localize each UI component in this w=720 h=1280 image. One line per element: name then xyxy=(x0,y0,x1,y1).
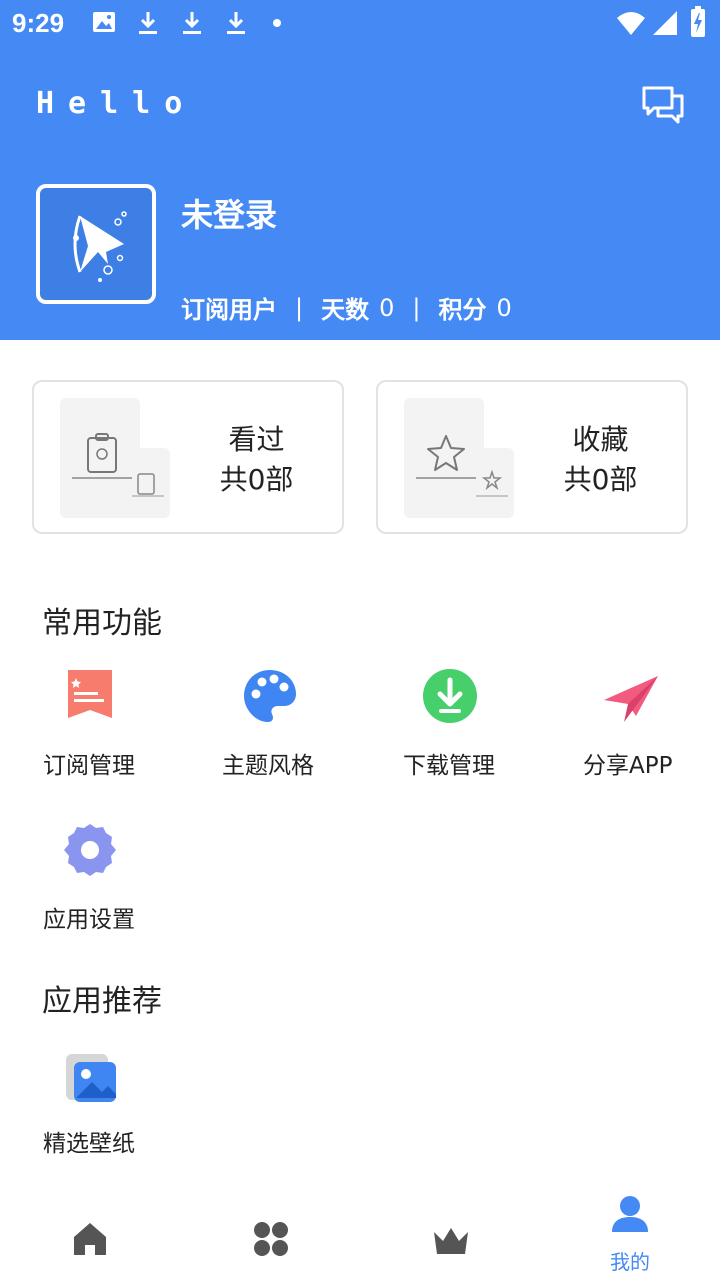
days-value: 0 xyxy=(379,293,395,322)
chat-icon xyxy=(642,86,684,124)
recommended-apps-title: 应用推荐 xyxy=(42,984,162,1019)
person-icon xyxy=(612,1196,648,1232)
image-icon xyxy=(93,12,115,32)
subscription-icon xyxy=(68,670,112,718)
favorites-card-text: 收藏 共0部 xyxy=(528,420,673,500)
favorites-count: 共0部 xyxy=(563,463,638,496)
history-title: 看过 xyxy=(228,423,285,456)
subscription-manage-label: 订阅管理 xyxy=(43,753,135,779)
user-name[interactable]: 未登录 xyxy=(181,190,277,236)
stats-divider: | xyxy=(295,293,304,322)
favorites-card[interactable]: 收藏 共0部 xyxy=(376,380,688,534)
signal-icon xyxy=(653,11,677,35)
nav-vip[interactable] xyxy=(360,1196,540,1280)
nav-home[interactable] xyxy=(0,1196,180,1280)
wallpaper-icon xyxy=(66,1054,116,1102)
history-count: 共0部 xyxy=(219,463,294,496)
download-circle-icon xyxy=(423,669,477,723)
app-settings-label: 应用设置 xyxy=(43,907,135,933)
subscription-manage-item[interactable]: 订阅管理 xyxy=(0,660,180,780)
avatar[interactable] xyxy=(36,184,156,304)
nav-mine[interactable]: 我的 xyxy=(540,1196,720,1280)
screen: 9:29 Hello 未登录 订阅用户 | 天数 0 | 积分 0 看过 共0部… xyxy=(0,0,720,1280)
history-card-text: 看过 共0部 xyxy=(184,420,329,500)
bottom-nav: 我的 xyxy=(0,1196,720,1280)
history-card[interactable]: 看过 共0部 xyxy=(32,380,344,534)
favorites-title: 收藏 xyxy=(572,423,629,456)
dot-icon xyxy=(273,19,281,27)
app-settings-item[interactable]: 应用设置 xyxy=(0,816,180,936)
history-illustration-icon xyxy=(60,398,170,518)
status-bar: 9:29 xyxy=(0,0,720,50)
home-icon xyxy=(74,1223,106,1255)
nav-category[interactable] xyxy=(180,1196,360,1280)
nav-mine-label: 我的 xyxy=(610,1250,650,1274)
common-functions-title: 常用功能 xyxy=(42,606,162,641)
profile-header: 9:29 Hello 未登录 订阅用户 | 天数 0 | 积分 0 xyxy=(0,0,720,340)
download-manage-label: 下载管理 xyxy=(403,753,495,779)
points-value: 0 xyxy=(496,293,512,322)
subscription-label: 订阅用户 xyxy=(181,296,277,324)
stats-divider: | xyxy=(412,293,421,322)
crown-icon xyxy=(434,1228,468,1254)
fish-logo-icon xyxy=(73,211,127,282)
grid-icon xyxy=(254,1222,288,1256)
download-icon xyxy=(183,12,201,34)
theme-style-label: 主题风格 xyxy=(222,753,314,779)
star-illustration-icon xyxy=(404,398,514,518)
wallpaper-item[interactable]: 精选壁纸 xyxy=(0,1046,180,1166)
paper-plane-icon xyxy=(604,676,658,722)
share-app-label: 分享APP xyxy=(583,753,673,779)
user-stats: 订阅用户 | 天数 0 | 积分 0 xyxy=(181,290,512,325)
app-title: Hello xyxy=(36,86,197,121)
wallpaper-label: 精选壁纸 xyxy=(43,1131,135,1157)
days-label: 天数 xyxy=(321,296,370,324)
download-manage-item[interactable]: 下载管理 xyxy=(360,660,540,780)
palette-icon xyxy=(244,670,296,722)
gear-icon xyxy=(64,824,116,876)
download-icon xyxy=(139,12,157,34)
status-time: 9:29 xyxy=(12,8,65,38)
wifi-icon xyxy=(617,12,645,35)
download-icon xyxy=(227,12,245,34)
theme-style-item[interactable]: 主题风格 xyxy=(180,660,360,780)
message-button[interactable] xyxy=(640,82,686,128)
points-label: 积分 xyxy=(438,296,487,324)
share-app-item[interactable]: 分享APP xyxy=(540,660,720,780)
battery-charging-icon xyxy=(691,6,705,37)
